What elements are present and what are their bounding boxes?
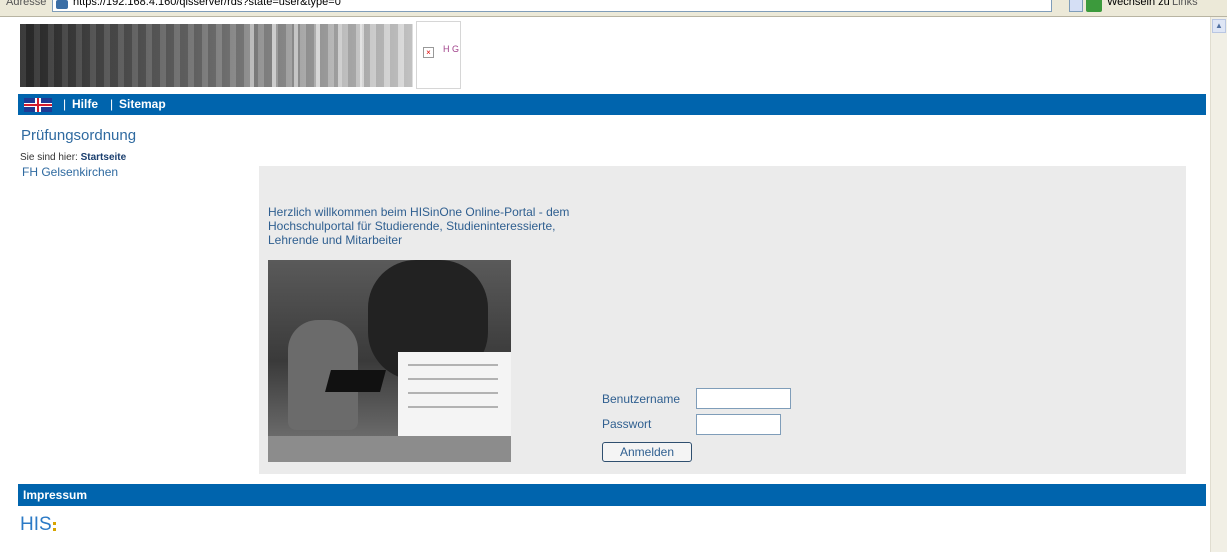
login-content-panel: Herzlich willkommen beim HISinOne Online… [259,166,1186,474]
address-input[interactable]: https://192.168.4.160/qisserver/rds?stat… [52,0,1052,12]
nav-separator: | [110,97,114,111]
impressum-link[interactable]: Impressum [23,488,87,502]
address-dropdown-icon[interactable] [1069,0,1083,12]
browser-address-bar: Adresse https://192.168.4.160/qisserver/… [0,0,1227,17]
logo-alt-text: H G [443,44,460,54]
go-button-label[interactable]: Wechseln zu [1107,0,1170,8]
page-favicon-icon [56,0,68,9]
breadcrumb: Sie sind hier: Startseite [20,152,126,163]
login-button[interactable]: Anmelden [602,442,692,462]
students-photo [268,260,511,462]
scroll-up-arrow-icon[interactable]: ▲ [1212,19,1226,33]
username-field[interactable] [696,388,791,409]
portal-page: × H G | Hilfe | Sitemap Prüfungsordnung … [18,17,1206,552]
password-label: Passwort [602,417,652,431]
nav-link-help[interactable]: Hilfe [72,97,98,111]
breadcrumb-prefix: Sie sind hier: [20,152,78,163]
university-logo[interactable]: × H G [416,21,461,89]
his-logo: HIS [20,514,52,535]
nav-separator: | [63,97,67,111]
go-arrow-icon[interactable] [1086,0,1102,12]
vertical-scrollbar[interactable]: ▲ [1210,17,1227,552]
top-navigation-bar: | Hilfe | Sitemap [18,94,1206,115]
welcome-text: Herzlich willkommen beim HISinOne Online… [268,205,570,247]
address-url-text: https://192.168.4.160/qisserver/rds?stat… [73,0,341,8]
username-label: Benutzername [602,392,681,406]
footer-bar: Impressum [18,484,1206,506]
page-title: Prüfungsordnung [21,127,137,144]
nav-link-sitemap[interactable]: Sitemap [119,97,166,111]
address-label: Adresse [6,0,47,8]
breadcrumb-startseite-link[interactable]: Startseite [81,152,127,163]
english-flag-icon[interactable] [24,98,52,112]
his-logo-colon-icon [53,522,56,525]
broken-image-icon: × [423,47,434,58]
password-field[interactable] [696,414,781,435]
links-toolbar-label[interactable]: Links [1172,0,1198,8]
header-banner-image [20,24,413,87]
sidebar-organization-name: FH Gelsenkirchen [22,165,119,179]
